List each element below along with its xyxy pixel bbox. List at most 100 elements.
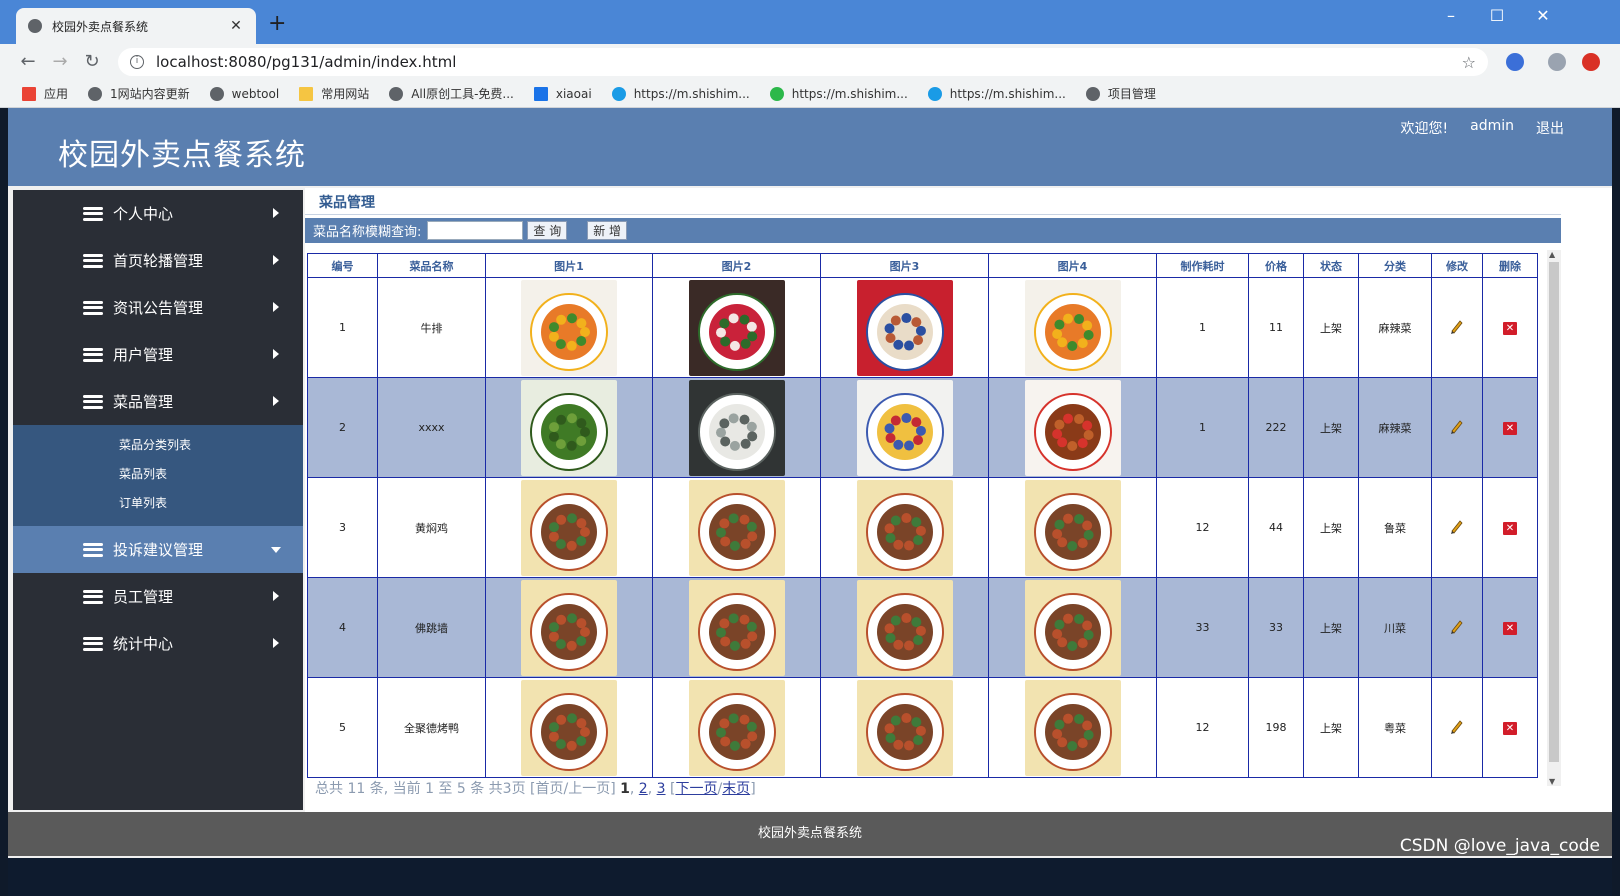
pager-page-link[interactable]: 2 (639, 781, 648, 797)
site-info-icon[interactable]: i (130, 55, 144, 69)
pencil-icon[interactable] (1449, 418, 1465, 434)
globe-icon (1085, 86, 1100, 101)
bookmark-star-icon[interactable]: ☆ (1462, 53, 1476, 72)
dish-photo-braised-chicken-bowl (688, 579, 785, 676)
column-header[interactable]: 状态 (1303, 253, 1359, 278)
add-button[interactable]: 新 增 (587, 221, 628, 240)
extension-icon[interactable] (1506, 53, 1524, 71)
new-tab-button[interactable]: + (268, 12, 286, 36)
pencil-icon[interactable] (1449, 318, 1465, 334)
sidebar-item-profile[interactable]: 个人中心 (13, 190, 303, 237)
cell-delete: ✕ (1482, 477, 1538, 578)
column-header[interactable]: 编号 (307, 253, 378, 278)
sidebar-item-news[interactable]: 资讯公告管理 (13, 284, 303, 331)
delete-icon[interactable]: ✕ (1503, 421, 1517, 435)
pencil-icon[interactable] (1449, 718, 1465, 734)
bookmark-item[interactable]: webtool (209, 86, 279, 101)
pager-page-link[interactable]: 3 (657, 781, 666, 797)
caret-right-icon (273, 591, 279, 601)
cell-image (820, 277, 989, 378)
address-bar[interactable]: i localhost:8080/pg131/admin/index.html … (118, 48, 1488, 76)
dish-photo-braised-chicken-bowl (856, 479, 953, 576)
bookmark-folder[interactable]: 常用网站 (299, 85, 369, 102)
cell-price: 44 (1248, 477, 1304, 578)
submenu-item-categories[interactable]: 菜品分类列表 (13, 431, 303, 460)
pencil-icon[interactable] (1449, 518, 1465, 534)
cell-category: 粤菜 (1358, 677, 1432, 778)
window-close-icon[interactable]: ✕ (1520, 6, 1566, 26)
search-input[interactable] (427, 221, 524, 240)
browser-tab[interactable]: 校园外卖点餐系统 ✕ (16, 8, 256, 44)
column-header[interactable]: 图片4 (988, 253, 1157, 278)
dish-photo-braised-chicken-bowl (521, 579, 617, 676)
column-header[interactable]: 制作耗时 (1156, 253, 1249, 278)
table-row: 2 xxxx 1 222 上架 麻辣菜 ✕ (307, 377, 1538, 478)
cell-image (485, 377, 653, 478)
bookmark-item[interactable]: 项目管理 (1085, 85, 1156, 102)
column-header[interactable]: 图片1 (485, 253, 653, 278)
tab-close-icon[interactable]: ✕ (228, 18, 244, 34)
table-row: 3 黄焖鸡 12 44 上架 鲁菜 ✕ (307, 477, 1538, 578)
user-link[interactable]: admin (1470, 118, 1514, 138)
stack-icon (83, 542, 103, 557)
table-scrollbar[interactable]: ▲ ▼ (1547, 250, 1561, 786)
cell-price: 11 (1248, 277, 1304, 378)
cell-id: 2 (307, 377, 378, 478)
delete-icon[interactable]: ✕ (1503, 321, 1517, 335)
bookmark-item[interactable]: https://m.shishim... (611, 86, 750, 101)
submenu-item-orders[interactable]: 订单列表 (13, 489, 303, 518)
column-header[interactable]: 菜品名称 (377, 253, 486, 278)
reload-icon[interactable]: ↻ (80, 50, 104, 74)
delete-icon[interactable]: ✕ (1503, 721, 1517, 735)
profile-avatar-icon[interactable] (1548, 53, 1566, 71)
scroll-up-icon[interactable]: ▲ (1549, 250, 1555, 259)
cell-status: 上架 (1303, 677, 1359, 778)
pencil-icon[interactable] (1449, 618, 1465, 634)
minimize-icon[interactable]: – (1428, 6, 1474, 26)
scroll-down-icon[interactable]: ▼ (1549, 777, 1555, 786)
pager-last-link[interactable]: 末页 (722, 781, 750, 797)
welcome-text: 欢迎您! (1400, 121, 1449, 137)
bookmark-item[interactable]: xiaoai (533, 86, 592, 101)
dish-table-wrapper: 编号 菜品名称 图片1 图片2 图片3 图片4 制作耗时 价格 状态 分类 修改… (307, 253, 1538, 778)
sidebar-item-dishes[interactable]: 菜品管理 (13, 378, 303, 425)
cell-category: 麻辣菜 (1358, 277, 1432, 378)
back-icon[interactable]: ← (16, 50, 40, 74)
submenu-item-dish-list[interactable]: 菜品列表 (13, 460, 303, 489)
column-header[interactable]: 删除 (1482, 253, 1538, 278)
bookmark-item[interactable]: https://m.shishim... (927, 86, 1066, 101)
bookmark-item[interactable]: All原创工具-免费... (389, 85, 514, 102)
column-header[interactable]: 图片2 (652, 253, 821, 278)
dish-photo-braised-chicken-bowl (688, 679, 785, 776)
column-header[interactable]: 分类 (1358, 253, 1432, 278)
sidebar-item-stats[interactable]: 统计中心 (13, 620, 303, 667)
forward-icon[interactable]: → (48, 50, 72, 74)
column-header[interactable]: 价格 (1248, 253, 1304, 278)
scroll-thumb[interactable] (1549, 262, 1559, 762)
query-button[interactable]: 查 询 (527, 221, 568, 240)
sidebar: 个人中心 首页轮播管理 资讯公告管理 用户管理 菜品管理 菜品分类列表 菜品列表… (13, 190, 303, 810)
dish-photo-braised-chicken-bowl (521, 679, 617, 776)
delete-icon[interactable]: ✕ (1503, 621, 1517, 635)
cell-image (988, 477, 1157, 578)
sidebar-item-staff[interactable]: 员工管理 (13, 573, 303, 620)
app-title: 校园外卖点餐系统 (58, 138, 306, 173)
logout-link[interactable]: 退出 (1536, 118, 1564, 138)
bookmark-item[interactable]: https://m.shishim... (769, 86, 908, 101)
bookmark-item[interactable]: 1网站内容更新 (88, 85, 190, 102)
update-icon[interactable] (1582, 53, 1600, 71)
sidebar-item-carousel[interactable]: 首页轮播管理 (13, 237, 303, 284)
maximize-icon[interactable]: ☐ (1474, 6, 1520, 26)
column-header[interactable]: 修改 (1431, 253, 1483, 278)
cell-status: 上架 (1303, 377, 1359, 478)
delete-icon[interactable]: ✕ (1503, 521, 1517, 535)
dish-photo-steamed-fish (856, 279, 953, 376)
column-header[interactable]: 图片3 (820, 253, 989, 278)
globe-icon (389, 86, 404, 101)
app-window: 校园外卖点餐系统 欢迎您! admin 退出 个人中心 首页轮播管理 资讯公告管… (8, 108, 1612, 896)
pager-next-link[interactable]: 下一页 (675, 781, 717, 797)
bookmark-apps[interactable]: 应用 (22, 85, 68, 102)
sidebar-item-complaints[interactable]: 投诉建议管理 (13, 526, 303, 573)
sidebar-item-users[interactable]: 用户管理 (13, 331, 303, 378)
cell-id: 4 (307, 577, 378, 678)
